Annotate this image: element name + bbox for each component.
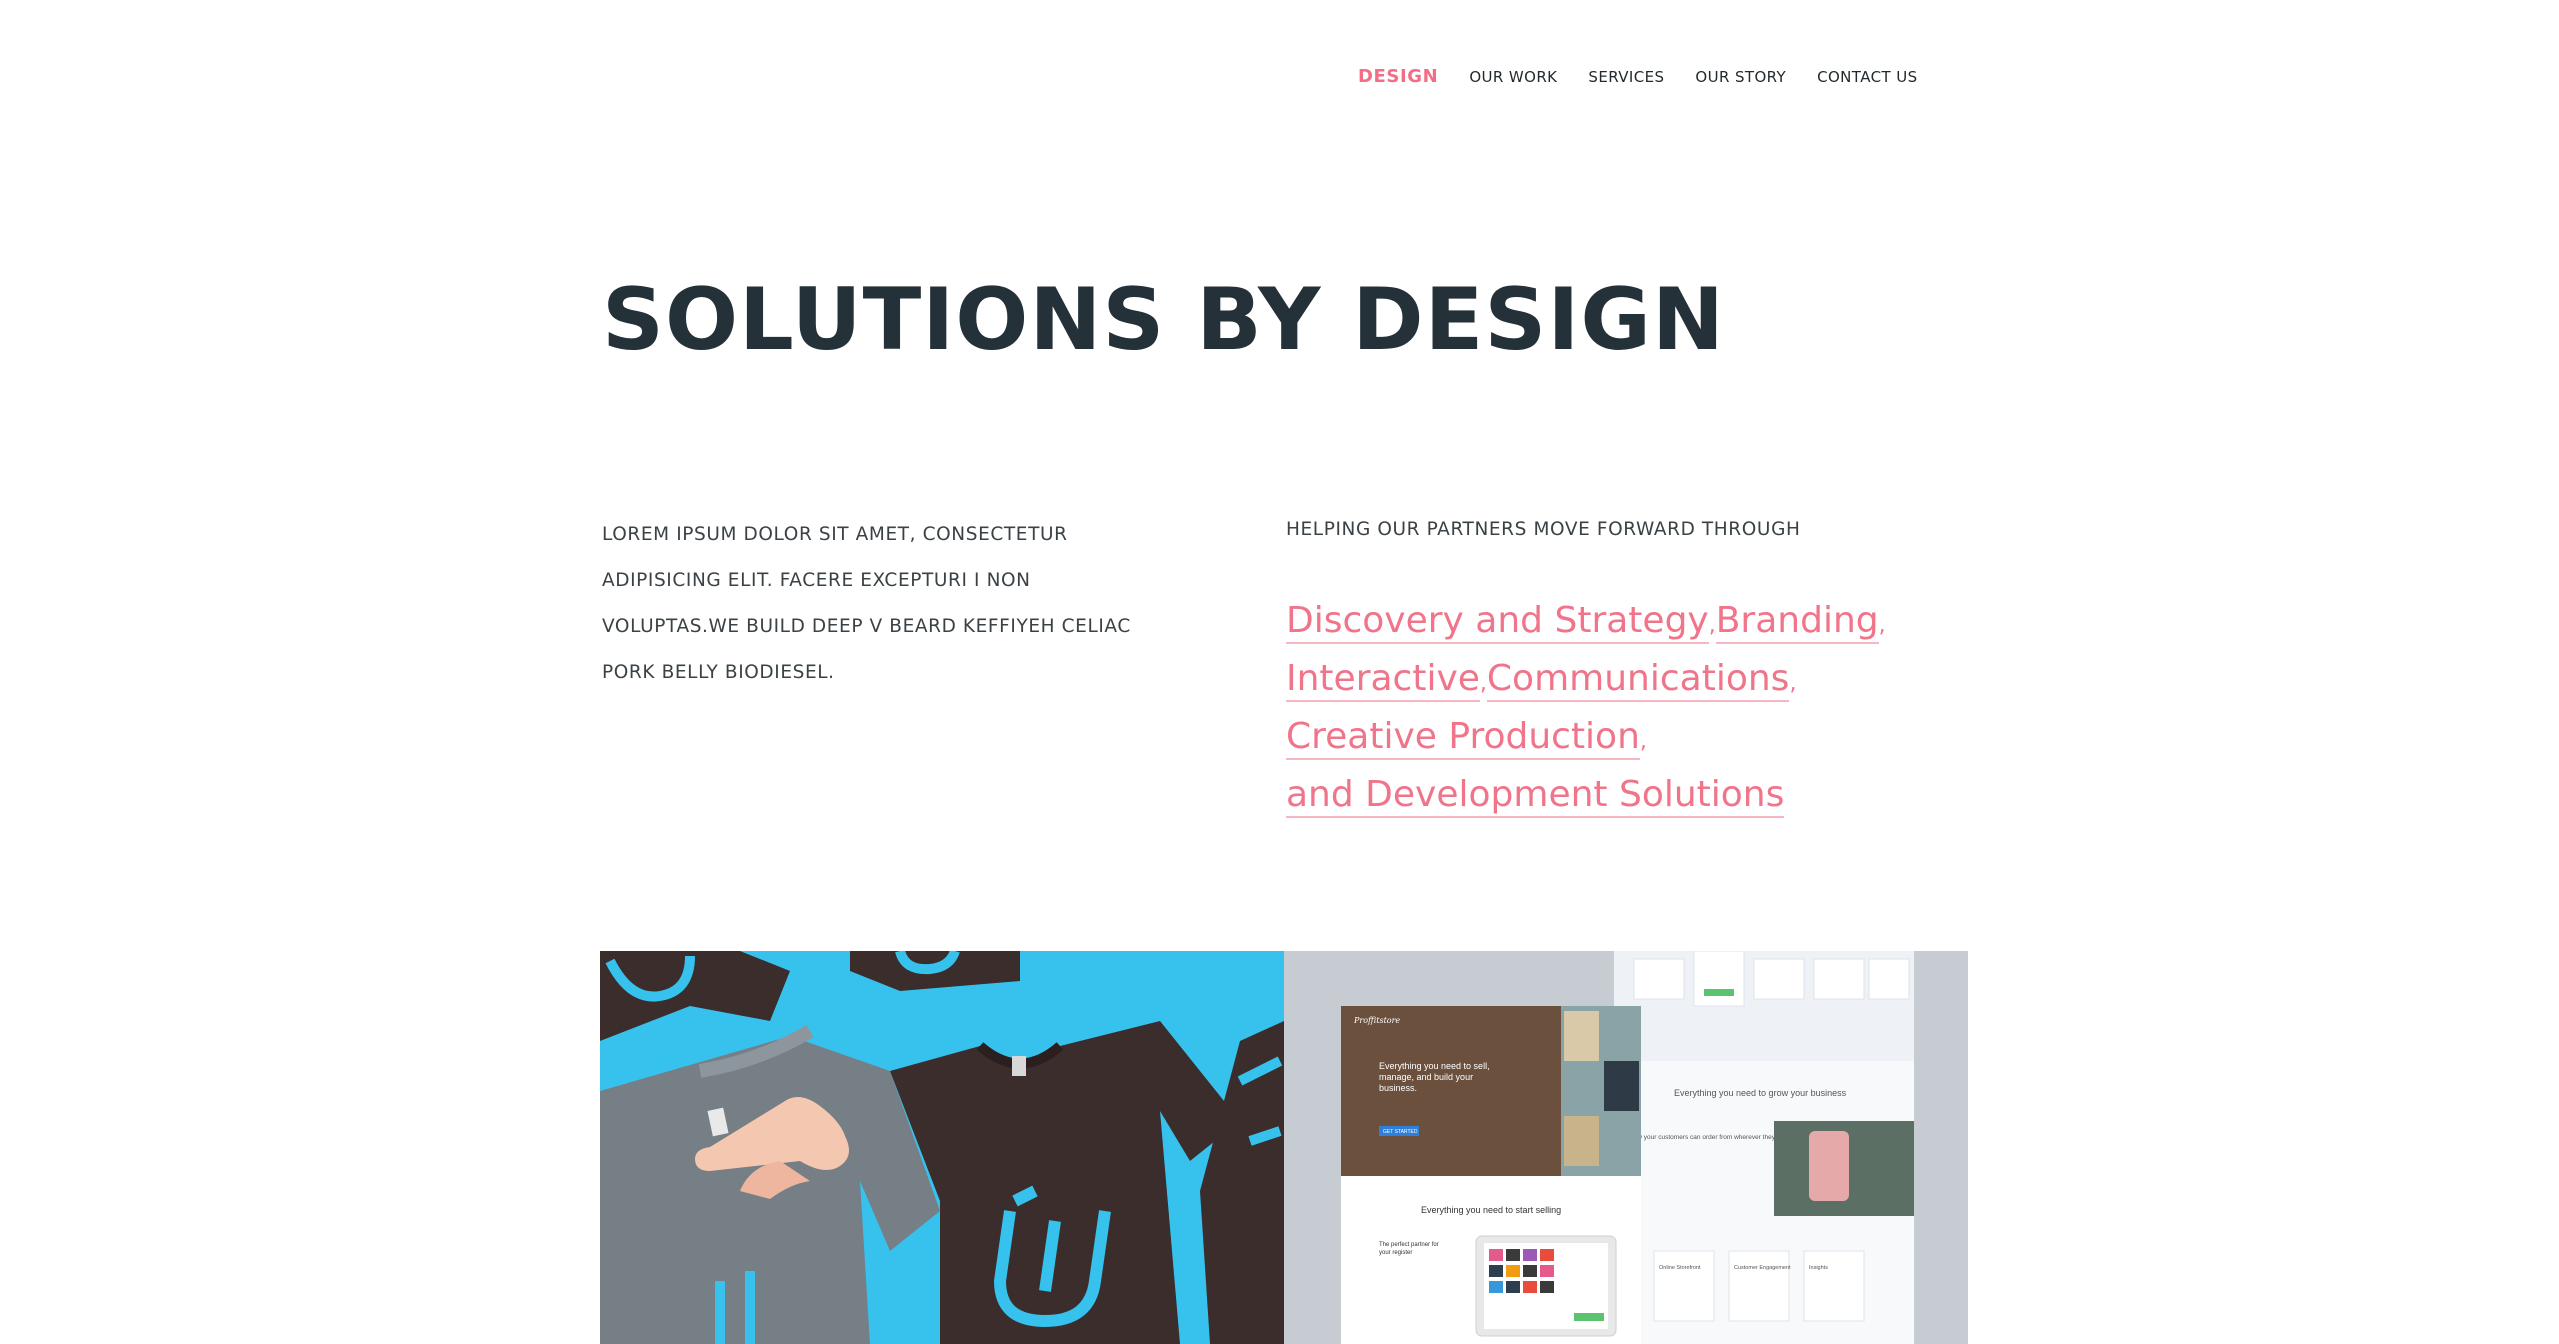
mockup-hero-text: Everything you need to sell, manage, and… bbox=[1379, 1061, 1490, 1093]
service-separator: , bbox=[1639, 729, 1647, 754]
mockup-partner-title: The perfect partner for your register bbox=[1379, 1242, 1439, 1256]
service-link-communications[interactable]: Communications bbox=[1486, 658, 1790, 702]
intro-paragraph: LOREM IPSUM DOLOR SIT AMET, CONSECTETUR … bbox=[602, 524, 1131, 683]
nav-item-design[interactable]: DESIGN bbox=[1358, 66, 1438, 87]
services-line: Creative Production, bbox=[1286, 708, 1926, 766]
mockup-cta: GET STARTED bbox=[1383, 1129, 1418, 1135]
services-line: Discovery and Strategy,Branding, bbox=[1286, 592, 1926, 650]
page-title: SOLUTIONS BY DESIGN bbox=[602, 270, 1725, 370]
apparel-photo bbox=[600, 951, 1284, 1344]
service-separator: , bbox=[1479, 671, 1487, 696]
mockup-feature-1: Online Storefront bbox=[1659, 1265, 1701, 1271]
showcase-tile-web[interactable]: Everything you need to grow your busines… bbox=[1284, 951, 1968, 1344]
nav-item-services[interactable]: SERVICES bbox=[1588, 68, 1664, 86]
mockup-brand: Proffitstore bbox=[1353, 1016, 1400, 1025]
service-separator: , bbox=[1789, 671, 1797, 696]
nav-item-our-story[interactable]: OUR STORY bbox=[1695, 68, 1786, 86]
services-line: and Development Solutions bbox=[1286, 766, 1926, 824]
nav-item-contact-us[interactable]: CONTACT US bbox=[1817, 68, 1917, 86]
services-heading: HELPING OUR PARTNERS MOVE FORWARD THROUG… bbox=[1286, 519, 1801, 540]
mockup-start-heading: Everything you need to start selling bbox=[1421, 1205, 1561, 1215]
mockup-grow-heading: Everything you need to grow your busines… bbox=[1674, 1088, 1847, 1098]
service-link-interactive[interactable]: Interactive bbox=[1286, 658, 1480, 702]
services-list: Discovery and Strategy,Branding, Interac… bbox=[1286, 592, 1926, 824]
service-link-discovery-strategy[interactable]: Discovery and Strategy bbox=[1286, 600, 1709, 644]
service-link-creative-production[interactable]: Creative Production bbox=[1286, 716, 1640, 760]
top-nav: DESIGN OUR WORK SERVICES OUR STORY CONTA… bbox=[1358, 66, 1918, 87]
nav-item-our-work[interactable]: OUR WORK bbox=[1469, 68, 1557, 86]
mockup-order-text: Now your customers can order from wherev… bbox=[1629, 1134, 1787, 1141]
page: DESIGN OUR WORK SERVICES OUR STORY CONTA… bbox=[0, 0, 2559, 1344]
service-separator: , bbox=[1708, 613, 1716, 638]
website-mockup: Everything you need to grow your busines… bbox=[1284, 951, 1968, 1344]
service-separator: , bbox=[1878, 613, 1886, 638]
work-showcase: Everything you need to grow your busines… bbox=[600, 951, 1968, 1344]
showcase-tile-apparel[interactable] bbox=[600, 951, 1284, 1344]
service-link-branding[interactable]: Branding bbox=[1715, 600, 1879, 644]
service-link-development-solutions[interactable]: and Development Solutions bbox=[1286, 774, 1785, 818]
mockup-feature-3: Insights bbox=[1809, 1265, 1828, 1271]
services-line: Interactive,Communications, bbox=[1286, 650, 1926, 708]
mockup-feature-2: Customer Engagement bbox=[1734, 1265, 1791, 1271]
